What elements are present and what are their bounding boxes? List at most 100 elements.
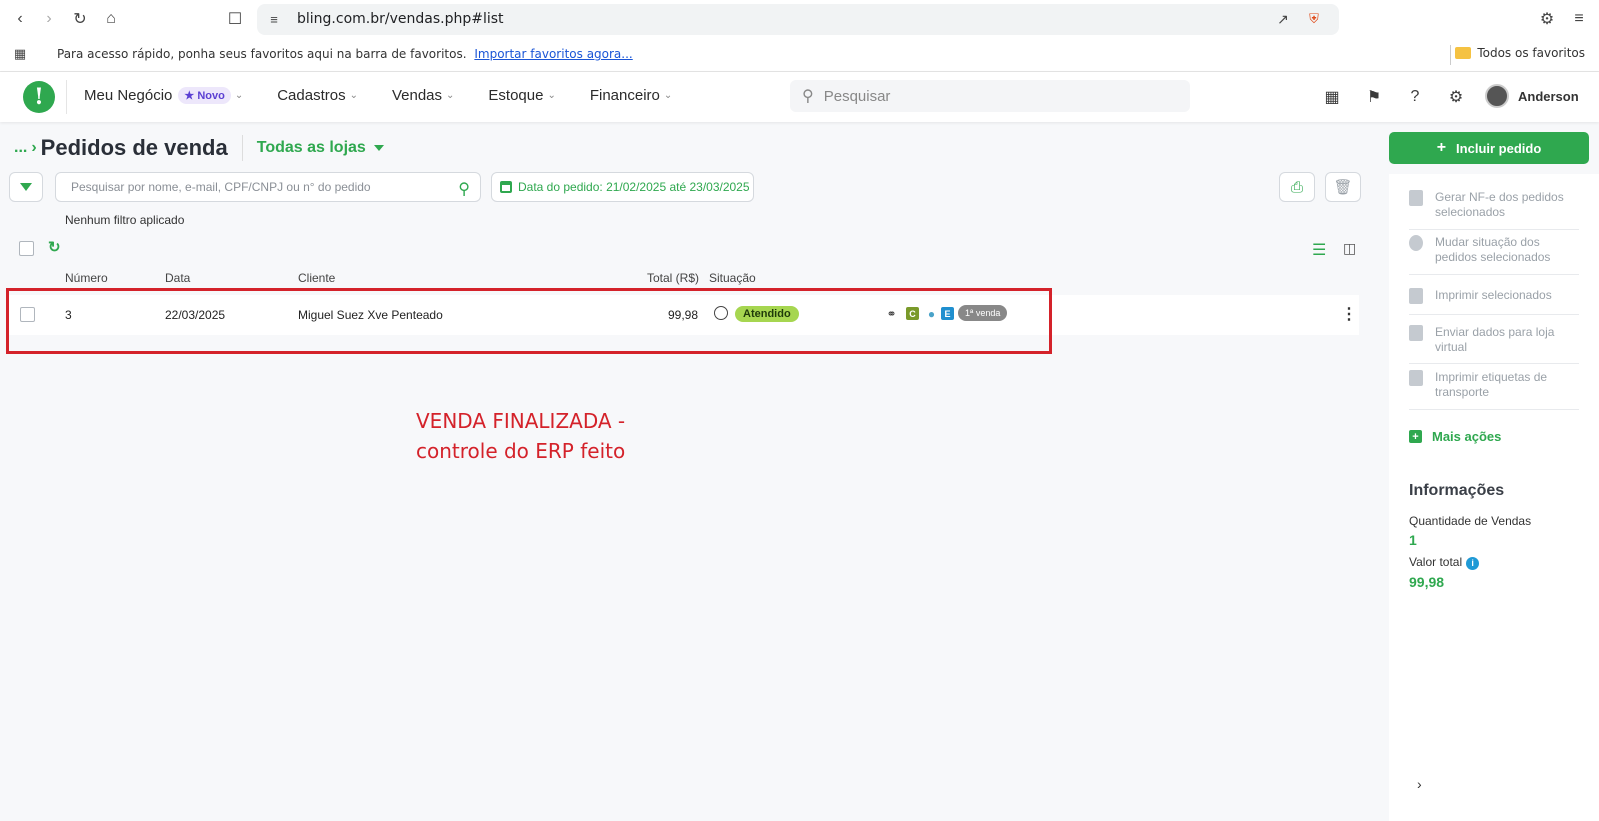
menu-icon[interactable]: ≡ <box>1568 8 1590 30</box>
address-bar[interactable]: ≡ bling.com.br/vendas.php#list ↗ ⛨ <box>257 4 1339 35</box>
store-selector[interactable]: Todas as lojas <box>257 139 384 157</box>
divider <box>1409 229 1579 230</box>
column-header-numero[interactable]: Número <box>65 271 108 285</box>
annotation-line-1: VENDA FINALIZADA - <box>416 409 626 433</box>
menu-estoque[interactable]: Estoque ⌄ <box>488 87 555 104</box>
chevron-right-icon: › <box>31 139 37 156</box>
total-label-wrapper: Valor total i <box>1409 555 1480 570</box>
total-label: Valor total <box>1409 555 1463 569</box>
extensions-icon[interactable]: ⚙ <box>1536 8 1558 30</box>
menu-cadastros[interactable]: Cadastros ⌄ <box>277 87 358 104</box>
more-actions-button[interactable]: + Mais ações <box>1409 429 1501 444</box>
action-send-store[interactable]: Enviar dados para loja virtual <box>1409 325 1579 355</box>
qty-label: Quantidade de Vendas <box>1409 514 1532 528</box>
import-bookmarks-link[interactable]: Importar favoritos agora... <box>474 47 632 61</box>
url-text[interactable]: bling.com.br/vendas.php#list <box>297 11 504 27</box>
menu-financeiro[interactable]: Financeiro ⌄ <box>590 87 672 104</box>
select-all-checkbox[interactable] <box>19 241 34 256</box>
date-filter-button[interactable]: Data do pedido: 21/02/2025 até 23/03/202… <box>491 172 754 202</box>
date-filter-label: Data do pedido: 21/02/2025 até 23/03/202… <box>518 180 750 194</box>
menu-label: Estoque <box>488 87 544 104</box>
avatar[interactable] <box>1485 84 1509 108</box>
divider <box>1450 45 1451 65</box>
action-label: Imprimir etiquetas de transporte <box>1435 370 1548 399</box>
action-print-selected[interactable]: Imprimir selecionados <box>1409 288 1579 304</box>
browser-toolbar: ‹ › ↻ ⌂ ☐ ≡ bling.com.br/vendas.php#list… <box>0 0 1599 38</box>
app-header: ! Meu Negócio ★ Novo ⌄ Cadastros ⌄ Venda… <box>0 72 1599 122</box>
chevron-down-icon: ⌄ <box>663 90 673 101</box>
novo-badge: ★ Novo <box>178 87 231 104</box>
column-header-cliente[interactable]: Cliente <box>298 271 335 285</box>
caret-down-icon <box>373 145 384 151</box>
help-icon[interactable]: ? <box>1405 87 1425 107</box>
action-generate-nfe[interactable]: Gerar NF-e dos pedidos selecionados <box>1409 190 1579 220</box>
action-label: Mudar situação dos pedidos selecionados <box>1435 235 1551 264</box>
breadcrumb[interactable]: ... <box>14 139 27 157</box>
menu-meu-negocio[interactable]: Meu Negócio ★ Novo ⌄ <box>84 87 243 104</box>
action-change-status[interactable]: Mudar situação dos pedidos selecionados <box>1409 235 1579 265</box>
checkbox-icon <box>1409 288 1423 304</box>
page-title-row: ... › Pedidos de venda Todas as lojas <box>14 135 384 161</box>
toggle-view-icon[interactable]: ◫ <box>1343 240 1356 257</box>
list-view-icon[interactable]: ☰ <box>1312 240 1326 260</box>
user-name[interactable]: Anderson <box>1518 89 1579 104</box>
page-title: Pedidos de venda <box>40 135 228 160</box>
home-icon[interactable]: ⌂ <box>100 8 122 30</box>
delete-button[interactable]: 🗑 <box>1325 172 1361 202</box>
order-search-input[interactable] <box>71 180 441 194</box>
info-icon[interactable]: i <box>1466 557 1480 570</box>
apps-grid-icon[interactable]: ▦ <box>1322 87 1342 107</box>
divider <box>1409 363 1579 364</box>
qty-value: 1 <box>1409 532 1417 548</box>
divider <box>1409 409 1579 410</box>
column-header-data[interactable]: Data <box>165 271 190 285</box>
global-search[interactable]: ⚲ Pesquisar <box>790 80 1190 112</box>
forward-icon[interactable]: › <box>38 8 60 30</box>
chevron-down-icon: ⌄ <box>547 90 556 101</box>
divider <box>1409 314 1579 315</box>
plus-icon: + <box>1409 430 1422 443</box>
include-order-button[interactable]: + Incluir pedido <box>1389 132 1589 164</box>
calendar-icon <box>500 181 512 193</box>
action-label: Gerar NF-e dos pedidos selecionados <box>1435 190 1564 219</box>
gear-icon[interactable]: ⚙ <box>1446 87 1466 107</box>
chevron-right-icon[interactable]: › <box>1417 776 1422 792</box>
search-icon[interactable]: ⚲ <box>458 179 470 199</box>
order-search-input-wrapper: ⚲ <box>55 172 481 202</box>
annotation-text: VENDA FINALIZADA - controle do ERP feito <box>416 406 625 466</box>
divider <box>66 80 67 114</box>
divider <box>241 135 243 161</box>
column-header-situacao[interactable]: Situação <box>709 271 756 285</box>
apps-icon[interactable]: ▦ <box>9 43 31 65</box>
filter-button[interactable] <box>9 172 43 202</box>
bling-logo[interactable]: ! <box>23 81 55 113</box>
annotation-line-2: controle do ERP feito <box>416 439 626 463</box>
all-bookmarks[interactable]: Todos os favoritos <box>1455 46 1585 60</box>
brave-shield-icon[interactable]: ⛨ <box>1303 8 1325 30</box>
bookmark-icon[interactable]: ☐ <box>224 8 246 30</box>
include-order-label: Incluir pedido <box>1456 140 1542 156</box>
action-label: Imprimir selecionados <box>1435 288 1552 302</box>
truck-icon <box>1409 370 1423 386</box>
novo-badge-label: Novo <box>197 90 225 102</box>
plus-icon: + <box>1436 139 1447 156</box>
reload-icon[interactable]: ↻ <box>69 8 91 30</box>
main-menu: Meu Negócio ★ Novo ⌄ Cadastros ⌄ Vendas … <box>84 87 672 104</box>
share-icon[interactable]: ↗ <box>1272 8 1294 30</box>
chevron-down-icon: ⌄ <box>234 90 244 101</box>
divider <box>1409 274 1579 275</box>
menu-label: Cadastros <box>277 87 346 104</box>
site-info-icon[interactable]: ≡ <box>263 8 285 30</box>
menu-vendas[interactable]: Vendas ⌄ <box>392 87 454 104</box>
refresh-icon[interactable]: ↻ <box>48 238 61 256</box>
info-title: Informações <box>1409 482 1505 499</box>
back-icon[interactable]: ‹ <box>9 8 31 30</box>
more-actions-label: Mais ações <box>1432 429 1502 444</box>
column-header-total[interactable]: Total (R$) <box>647 271 699 285</box>
print-button[interactable]: ⎙ <box>1279 172 1315 202</box>
menu-label: Meu Negócio <box>84 87 173 104</box>
bell-icon[interactable]: ⚑ <box>1364 87 1384 107</box>
side-panel: Gerar NF-e dos pedidos selecionados Muda… <box>1389 174 1599 821</box>
more-options-icon[interactable]: ⋮ <box>1341 304 1357 324</box>
action-print-labels[interactable]: Imprimir etiquetas de transporte <box>1409 370 1579 400</box>
